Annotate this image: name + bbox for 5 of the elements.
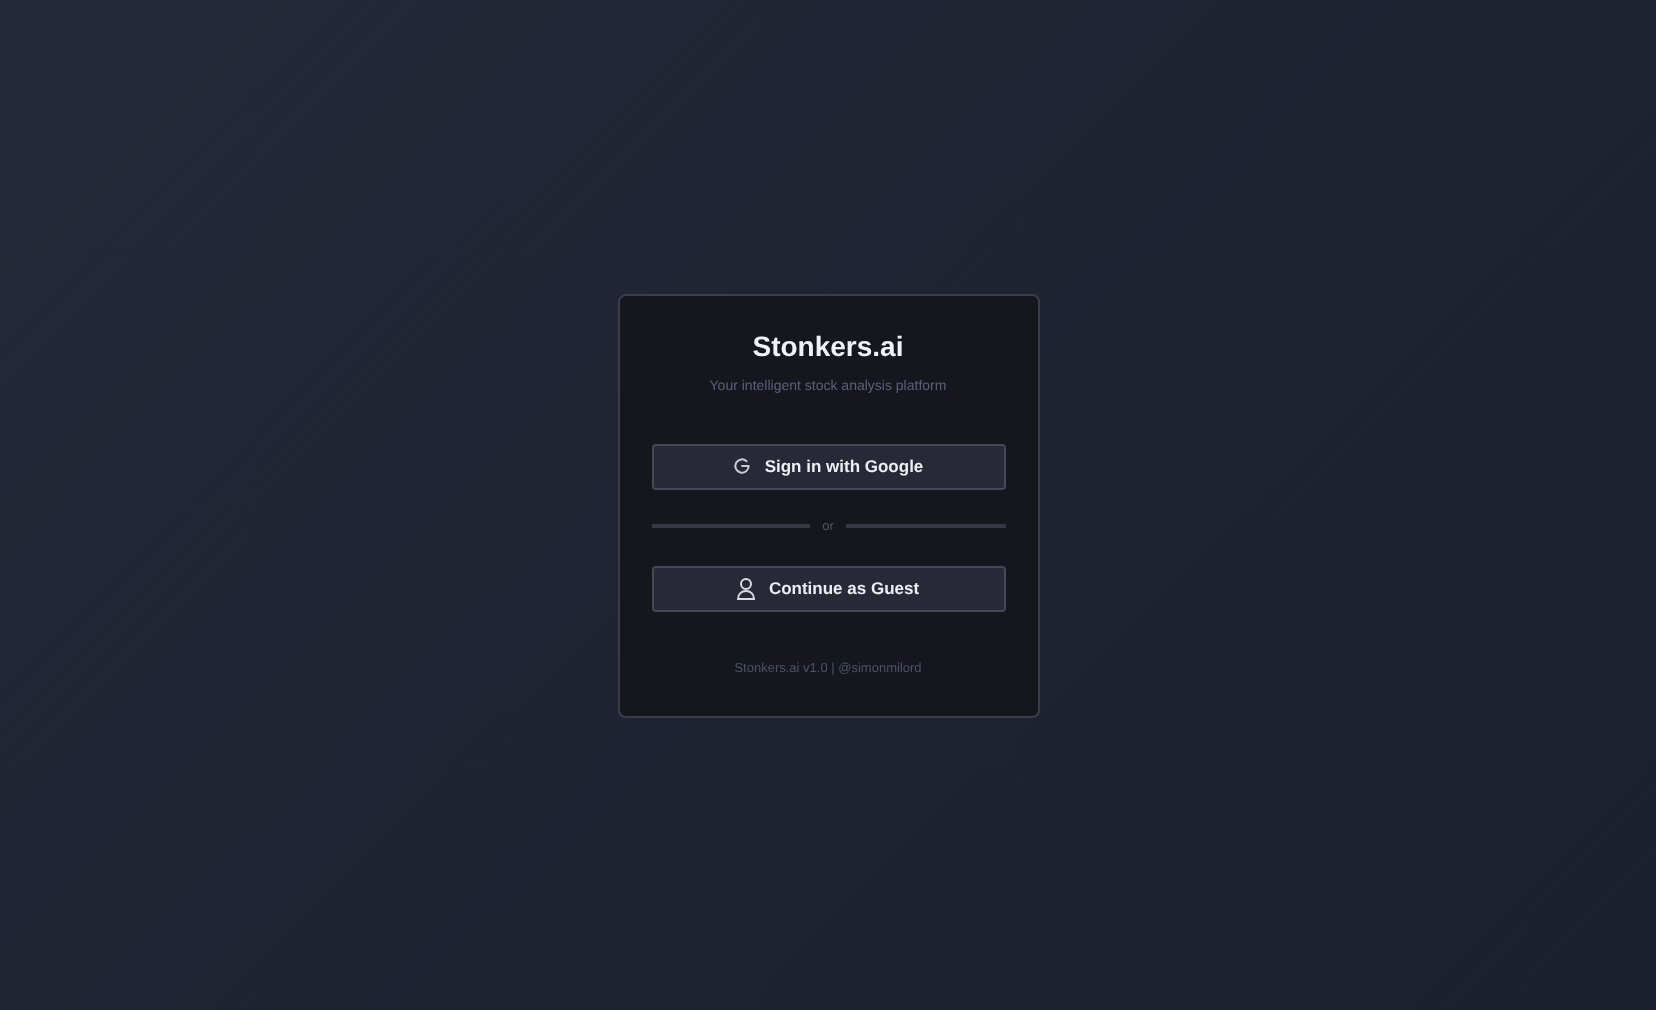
app-title: Stonkers.ai (750, 329, 906, 361)
google-icon (732, 456, 753, 476)
google-sign-in-button[interactable]: Sign in with Google (651, 443, 1005, 489)
guest-button[interactable]: Continue as Guest (651, 565, 1005, 611)
user-icon (736, 577, 757, 599)
